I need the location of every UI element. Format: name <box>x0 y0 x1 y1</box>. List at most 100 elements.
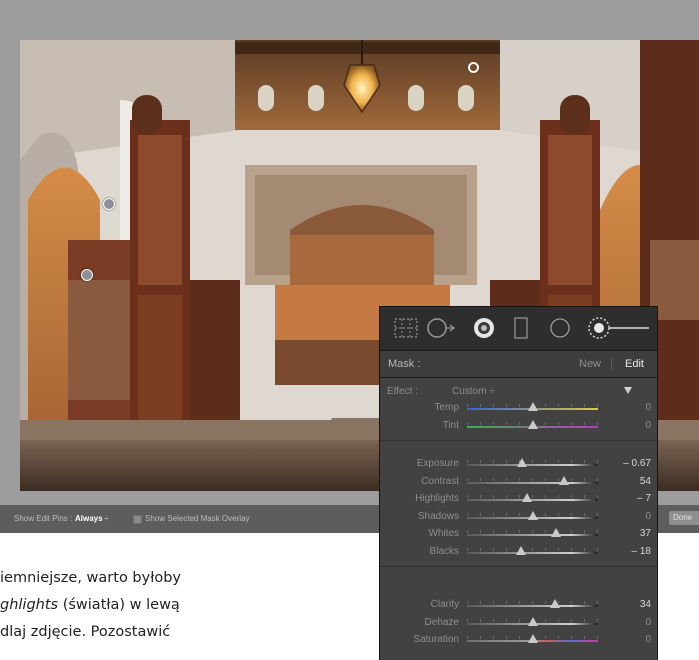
slider-tick <box>558 547 559 551</box>
adjustment-brush-icon[interactable] <box>585 314 651 342</box>
slider-value[interactable]: 34 <box>640 599 651 610</box>
slider-label: Whites <box>428 528 459 539</box>
slider-tick <box>467 460 468 463</box>
slider-label: Highlights <box>415 493 459 504</box>
slider-value[interactable]: – 0.67 <box>623 458 651 469</box>
slider-tick <box>597 512 598 516</box>
slider-thumb[interactable] <box>515 545 526 555</box>
slider-tick <box>597 547 598 551</box>
slider-row-whites: Whites 37 <box>380 526 657 542</box>
slider-tick <box>545 530 546 533</box>
slider-thumb[interactable] <box>527 402 538 411</box>
slider-tick <box>545 495 546 498</box>
slider-thumb[interactable] <box>527 419 538 429</box>
radial-filter-icon[interactable] <box>548 316 572 340</box>
show-edit-pins-dropdown[interactable]: Always <box>75 514 103 523</box>
slider-tick <box>467 404 468 407</box>
effect-dropdown[interactable]: Custom ÷ <box>452 386 495 397</box>
slider-tick <box>571 636 572 639</box>
done-button[interactable]: Done <box>669 511 699 525</box>
slider-tick <box>480 421 481 425</box>
slider-value[interactable]: – 7 <box>637 493 651 504</box>
slider-label: Contrast <box>421 475 459 487</box>
slider-thumb[interactable] <box>558 475 569 485</box>
slider-row-blacks: Blacks – 18 <box>380 544 657 560</box>
slider-tick <box>519 477 520 481</box>
slider-tick <box>571 547 572 551</box>
slider-value[interactable]: 0 <box>645 511 651 522</box>
crop-grid-icon[interactable] <box>394 318 418 338</box>
slider-tick <box>480 512 481 516</box>
slider-value[interactable]: – 18 <box>632 546 651 557</box>
slider-track[interactable] <box>467 605 598 607</box>
slider-tick <box>571 404 572 407</box>
slider-tick <box>597 421 598 425</box>
slider-thumb[interactable] <box>527 634 538 643</box>
slider-value[interactable]: 0 <box>645 617 651 628</box>
edit-pin-selected[interactable] <box>468 62 479 73</box>
slider-thumb[interactable] <box>527 616 538 626</box>
slider-thumb[interactable] <box>549 599 560 608</box>
caption-italic: ghlights <box>0 597 59 613</box>
slider-tick <box>545 618 546 622</box>
edit-pin-left[interactable] <box>103 198 115 210</box>
red-eye-icon[interactable] <box>472 316 496 340</box>
slider-label: Tint <box>442 419 459 431</box>
slider-thumb[interactable] <box>551 528 562 537</box>
mask-edit-button[interactable]: Edit <box>625 358 644 370</box>
slider-tick <box>558 512 559 516</box>
show-mask-overlay-checkbox[interactable] <box>133 515 142 524</box>
adjustment-brush-panel: Mask : New Edit Effect : Custom ÷ Temp 0 T… <box>380 307 657 660</box>
slider-track[interactable] <box>467 499 598 501</box>
tool-strip <box>380 307 657 349</box>
slider-tick <box>597 530 598 533</box>
slider-tick <box>467 530 468 533</box>
mask-bar: Mask : New Edit <box>380 350 657 378</box>
slider-track[interactable] <box>467 551 598 554</box>
slider-tick <box>584 404 585 407</box>
spot-removal-icon[interactable] <box>426 316 456 340</box>
slider-tick <box>584 547 585 551</box>
slider-value[interactable]: 0 <box>645 402 651 413</box>
slider-tick <box>467 636 468 639</box>
slider-value[interactable]: 54 <box>640 476 651 487</box>
slider-row-contrast: Contrast 54 <box>380 474 657 490</box>
slider-thumb[interactable] <box>527 510 538 520</box>
show-edit-pins-label: Show Edit Pins : <box>14 514 73 523</box>
slider-tick <box>480 618 481 622</box>
slider-value[interactable]: 0 <box>645 420 651 431</box>
slider-tick <box>467 512 468 516</box>
slider-value[interactable]: 0 <box>645 634 651 645</box>
slider-track[interactable] <box>467 534 598 536</box>
slider-thumb[interactable] <box>522 493 533 502</box>
slider-tick <box>519 404 520 407</box>
slider-tick <box>480 404 481 407</box>
collapse-triangle-icon[interactable] <box>624 387 632 394</box>
slider-tick <box>597 636 598 639</box>
slider-tick <box>493 547 494 551</box>
slider-tick <box>558 618 559 622</box>
slider-thumb[interactable] <box>517 458 528 467</box>
slider-tick <box>467 421 468 425</box>
mask-new-button[interactable]: New <box>579 358 601 370</box>
slider-tick <box>558 495 559 498</box>
slider-track[interactable] <box>467 464 598 466</box>
dropdown-arrow-icon[interactable]: ÷ <box>104 514 108 523</box>
caption-line-1: iemniejsze, warto byłoby <box>0 570 181 586</box>
slider-tick <box>532 547 533 551</box>
slider-tick <box>519 421 520 425</box>
slider-tick <box>506 618 507 622</box>
slider-tick <box>597 495 598 498</box>
slider-tick <box>571 601 572 604</box>
slider-tick <box>545 547 546 551</box>
edit-pin-left-lower[interactable] <box>81 269 93 281</box>
slider-tick <box>545 404 546 407</box>
slider-track[interactable] <box>467 481 598 484</box>
graduated-filter-icon[interactable] <box>513 316 529 340</box>
slider-label: Dehaze <box>424 616 459 628</box>
slider-tick <box>519 495 520 498</box>
slider-value[interactable]: 37 <box>640 528 651 539</box>
caption-text: (światła) w lewą <box>58 597 180 613</box>
slider-tick <box>571 618 572 622</box>
slider-tick <box>597 618 598 622</box>
